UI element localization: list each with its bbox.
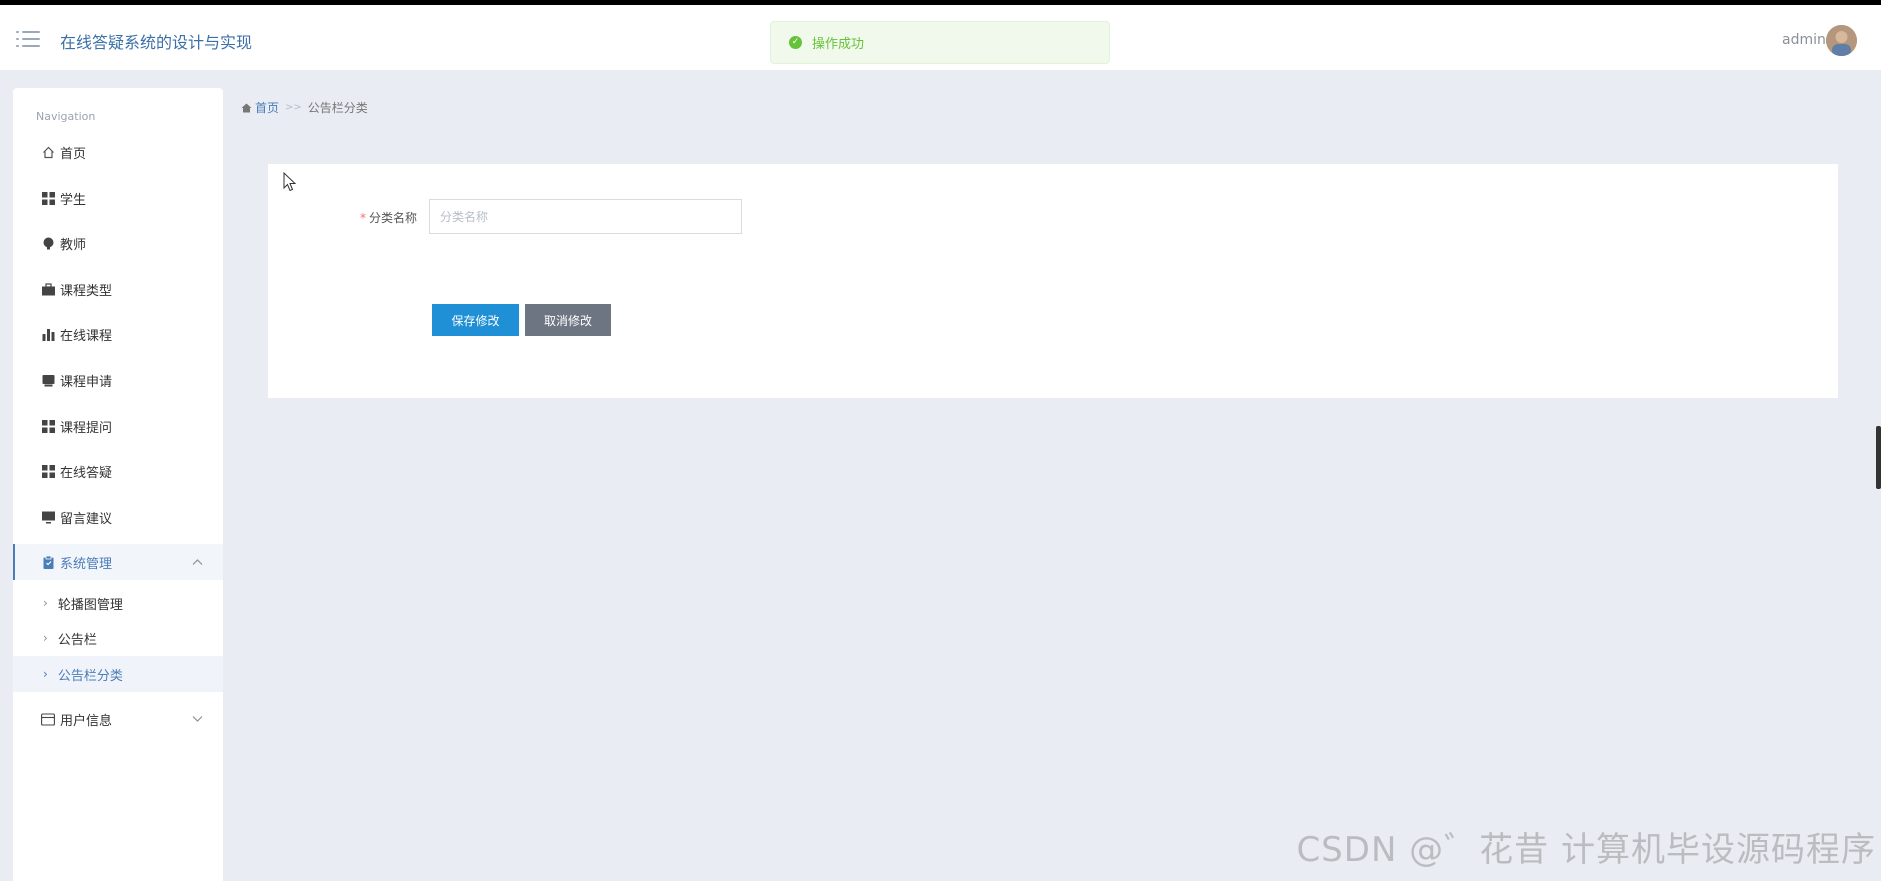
sidebar-item-course-questions[interactable]: 课程提问: [13, 408, 223, 444]
app-title: 在线答疑系统的设计与实现: [60, 33, 253, 52]
card-icon: [41, 712, 55, 726]
sidebar-item-home[interactable]: 首页: [13, 134, 223, 170]
sidebar-item-label: 课程类型: [60, 283, 113, 299]
tray-icon: [41, 373, 55, 387]
sidebar-item-feedback[interactable]: 留言建议: [13, 499, 223, 535]
sidebar-subitem-notice-board[interactable]: › 公告栏: [13, 620, 223, 656]
form-panel: *分类名称 保存修改 取消修改: [268, 164, 1838, 398]
sidebar: Navigation 首页 学生 教师 课程类型 在线课程 课程申请 课程提问 …: [13, 88, 223, 881]
avatar[interactable]: [1826, 25, 1857, 56]
chevron-right-icon: ›: [43, 631, 48, 645]
briefcase-icon: [41, 282, 55, 296]
grid-icon: [41, 464, 55, 478]
category-name-label-text: 分类名称: [369, 211, 418, 225]
clipboard-icon: [41, 555, 55, 569]
sidebar-item-user-info[interactable]: 用户信息: [13, 701, 223, 737]
home-icon: [241, 103, 252, 113]
top-header: 在线答疑系统的设计与实现 ✓ 操作成功 admin: [0, 5, 1881, 70]
sidebar-item-label: 系统管理: [60, 556, 113, 572]
check-circle-icon: ✓: [789, 36, 802, 49]
sidebar-item-label: 课程提问: [60, 420, 113, 436]
chevron-right-icon: ›: [43, 596, 48, 610]
sidebar-item-label: 学生: [60, 192, 87, 208]
breadcrumb: 首页 >> 公告栏分类: [241, 99, 368, 116]
chevron-up-icon: [192, 556, 203, 569]
home-icon: [41, 145, 55, 159]
breadcrumb-separator: >>: [285, 102, 302, 113]
sidebar-item-online-courses[interactable]: 在线课程: [13, 316, 223, 352]
chevron-down-icon: [192, 713, 203, 726]
sidebar-item-label: 用户信息: [60, 713, 113, 729]
breadcrumb-current: 公告栏分类: [307, 101, 368, 115]
sidebar-subitem-label: 公告栏: [57, 632, 97, 648]
breadcrumb-home-label: 首页: [255, 101, 280, 115]
sidebar-item-label: 首页: [60, 146, 87, 162]
chevron-right-icon: ›: [43, 667, 48, 681]
toast-message: 操作成功: [812, 37, 865, 52]
breadcrumb-home[interactable]: 首页: [241, 99, 279, 116]
user-name[interactable]: admin: [1782, 32, 1826, 48]
monitor-icon: [41, 510, 55, 524]
category-name-label: * 分类名称: [360, 209, 417, 226]
mouse-cursor-icon: [283, 171, 297, 196]
save-button[interactable]: 保存修改: [432, 304, 519, 336]
bulb-icon: [41, 236, 55, 250]
sidebar-item-course-applications[interactable]: 课程申请: [13, 362, 223, 398]
sidebar-item-label: 课程申请: [60, 374, 113, 390]
category-name-input[interactable]: [429, 199, 742, 234]
sidebar-item-students[interactable]: 学生: [13, 180, 223, 216]
sidebar-item-label: 在线答疑: [60, 465, 113, 481]
menu-toggle-icon[interactable]: [16, 29, 40, 49]
sidebar-item-teachers[interactable]: 教师: [13, 225, 223, 261]
watermark: CSDN @゛花昔 计算机毕设源码程序: [1296, 830, 1876, 870]
sidebar-item-label: 留言建议: [60, 511, 113, 527]
sidebar-subitem-label: 轮播图管理: [57, 597, 123, 613]
grid-icon: [41, 419, 55, 433]
sidebar-subitem-notice-category[interactable]: › 公告栏分类: [13, 656, 223, 692]
cancel-button[interactable]: 取消修改: [525, 304, 611, 336]
success-toast: ✓ 操作成功: [770, 21, 1110, 64]
sidebar-subitem-label: 公告栏分类: [57, 668, 123, 684]
sidebar-item-online-answers[interactable]: 在线答疑: [13, 453, 223, 489]
sidebar-subitem-carousel[interactable]: › 轮播图管理: [13, 585, 223, 621]
sidebar-item-course-types[interactable]: 课程类型: [13, 271, 223, 307]
sidebar-item-label: 在线课程: [60, 328, 113, 344]
required-mark: *: [360, 211, 366, 225]
sidebar-item-system-management[interactable]: 系统管理: [13, 544, 223, 580]
scrollbar-handle[interactable]: [1876, 426, 1881, 489]
sidebar-item-label: 教师: [60, 237, 87, 253]
bar-chart-icon: [41, 327, 55, 341]
grid-icon: [41, 191, 55, 205]
nav-caption: Navigation: [36, 110, 96, 123]
